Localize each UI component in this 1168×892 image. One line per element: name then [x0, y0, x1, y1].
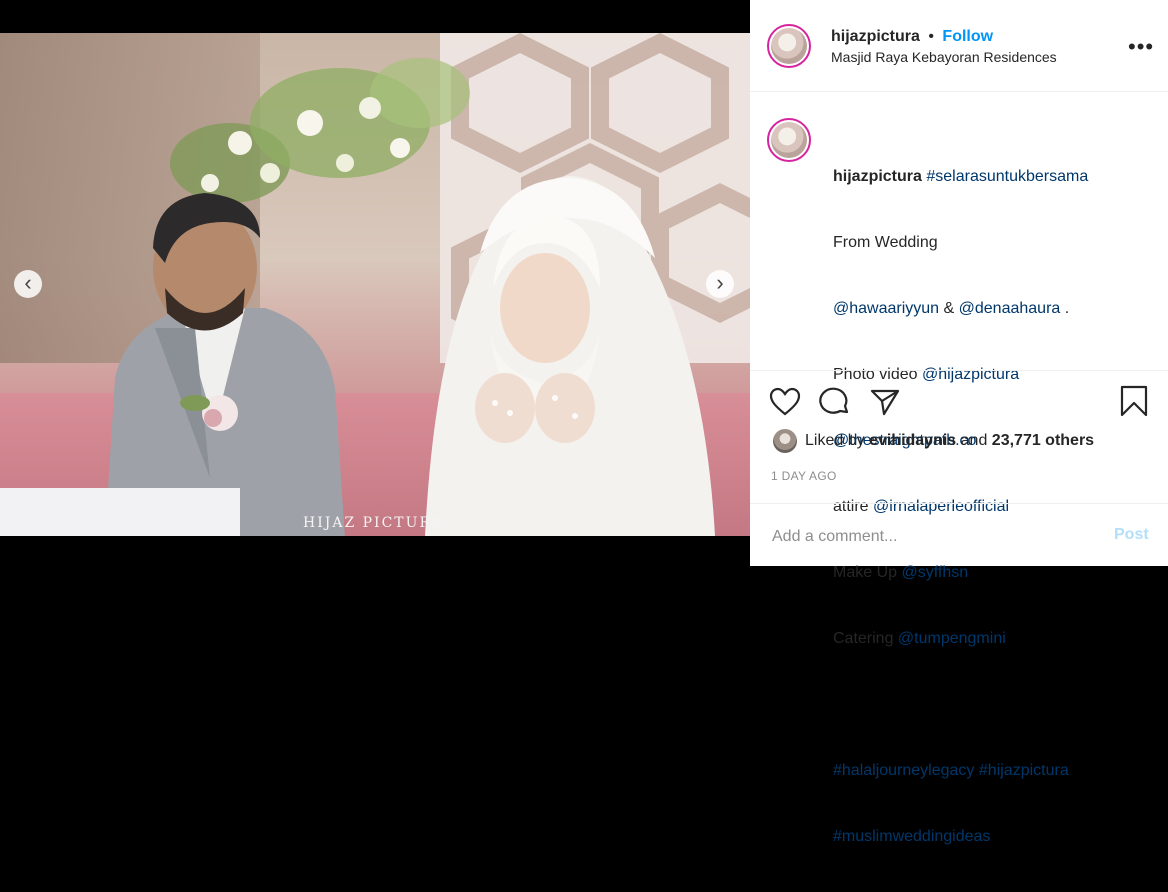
caption-text-fragment: &	[939, 300, 959, 317]
caption-username[interactable]: hijazpictura	[833, 168, 922, 185]
post-side-panel: hijazpictura • Follow Masjid Raya Kebayo…	[750, 0, 1168, 845]
photo-watermark: HIJAZ PICTURA	[303, 515, 445, 531]
caption-mention[interactable]: @tumpengmini	[898, 630, 1006, 647]
caption-blank-line: ​	[833, 694, 1153, 716]
caption-line: Catering @tumpengmini	[833, 628, 1153, 650]
caption-text-fragment: Catering	[833, 630, 898, 647]
groom-figure	[105, 193, 345, 536]
photo-table	[0, 488, 240, 536]
caption-text-fragment: .	[1060, 300, 1070, 317]
post-media: ‹ › HIJAZ PICTURA	[0, 0, 750, 566]
caption-mention[interactable]: @hawaariyyun	[833, 300, 939, 317]
caption-line: hijazpictura #selarasuntukbersama	[833, 166, 1153, 188]
comment-bar: Post	[750, 503, 1168, 568]
post-photo[interactable]: ‹ › HIJAZ PICTURA	[0, 33, 750, 536]
bride-figure	[425, 176, 715, 536]
save-button[interactable]	[1119, 385, 1149, 422]
post-timestamp[interactable]: 1 DAY AGO	[771, 469, 837, 483]
header-separator: •	[928, 28, 934, 45]
liker-avatar[interactable]	[773, 429, 797, 453]
comment-button[interactable]	[819, 387, 851, 422]
author-username[interactable]: hijazpictura	[831, 28, 920, 45]
comment-icon	[819, 387, 849, 414]
caption-author-avatar[interactable]	[767, 118, 811, 162]
caption-line: #muslimweddingideas	[833, 826, 1153, 848]
caption-hashtag[interactable]: #hijazpictura	[979, 762, 1069, 779]
likes-middle: and	[956, 432, 992, 449]
caption-line: From Wedding	[833, 234, 938, 251]
share-button[interactable]	[869, 387, 901, 422]
caption-line: @hawaariyyun & @denaahaura .	[833, 298, 1153, 320]
author-avatar[interactable]	[767, 24, 811, 68]
heart-icon	[769, 387, 801, 416]
avatar-image	[771, 28, 807, 64]
comment-input[interactable]	[770, 522, 1074, 552]
post-comment-button[interactable]: Post	[1114, 526, 1149, 544]
like-button[interactable]	[769, 387, 801, 422]
carousel-prev-button[interactable]: ‹	[14, 270, 42, 298]
post-actions: Liked by evihidaynis and 23,771 others 1…	[750, 370, 1168, 567]
post-caption: hijazpictura #selarasuntukbersama From W…	[750, 92, 1168, 845]
caption-mention[interactable]: @denaahaura	[959, 300, 1061, 317]
likes-summary: Liked by evihidaynis and 23,771 others	[773, 429, 1094, 453]
chevron-right-icon: ›	[716, 270, 724, 295]
likes-prefix: Liked by	[805, 432, 870, 449]
liker-username[interactable]: evihidaynis	[869, 432, 956, 449]
caption-hashtag[interactable]: #muslimweddingideas	[833, 828, 990, 845]
more-options-icon: •••	[1128, 34, 1155, 59]
post-location[interactable]: Masjid Raya Kebayoran Residences	[831, 49, 1057, 65]
post-header: hijazpictura • Follow Masjid Raya Kebayo…	[750, 0, 1168, 92]
carousel-next-button[interactable]: ›	[706, 270, 734, 298]
caption-hashtag[interactable]: #selarasuntukbersama	[926, 168, 1088, 185]
share-icon	[870, 389, 900, 416]
more-options-button[interactable]: •••	[1128, 34, 1154, 60]
likes-text: Liked by evihidaynis and 23,771 others	[805, 432, 1094, 450]
follow-button[interactable]: Follow	[942, 28, 993, 45]
bookmark-icon	[1120, 385, 1148, 417]
caption-hashtag[interactable]: #halaljourneylegacy	[833, 762, 974, 779]
avatar-image	[771, 122, 807, 158]
header-title-row: hijazpictura • Follow	[831, 28, 993, 46]
chevron-left-icon: ‹	[24, 270, 32, 295]
likes-count[interactable]: 23,771 others	[992, 432, 1094, 449]
caption-line: #halaljourneylegacy #hijazpictura	[833, 760, 1153, 782]
